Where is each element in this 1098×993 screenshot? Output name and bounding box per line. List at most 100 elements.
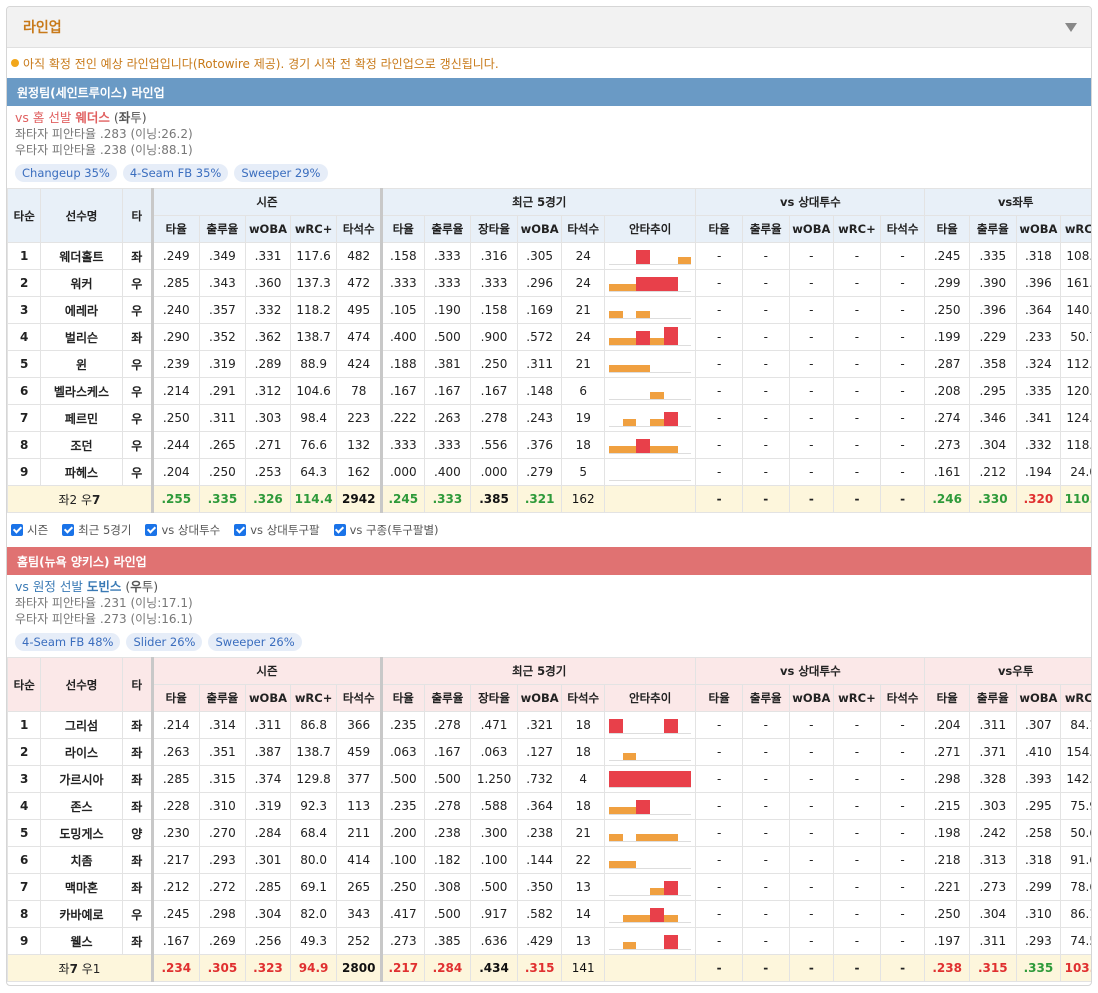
collapse-triangle-icon[interactable]	[1065, 22, 1077, 32]
pitch-tag: 4-Seam FB 48%	[15, 633, 121, 651]
player-name[interactable]: 웰스	[40, 927, 123, 955]
header-col[interactable]: 타율	[924, 684, 970, 712]
header-col[interactable]: wOBA	[245, 215, 291, 243]
player-name[interactable]: 존스	[40, 792, 123, 820]
table-row: 3 에레라 우 .240.357.332 118.2 495.105.190.158.16…	[7, 296, 1091, 324]
header-col[interactable]: 출루율	[423, 215, 472, 243]
header-col[interactable]: 타석수	[879, 684, 926, 712]
away-table-wrap[interactable]: 타순 선수명 타 시즌 최근 5경기 vs 상대투수 vs좌투 타율 출루율 wOBA wRC+ 타석…	[7, 188, 1091, 513]
header-col[interactable]: 타율	[151, 215, 200, 243]
vs-pitcher-stat: -	[695, 350, 743, 378]
recent-stat: .471	[470, 711, 518, 739]
pitcher-hand: 우	[130, 579, 142, 594]
vs-pitcher-stat: -	[879, 792, 926, 820]
header-col[interactable]: wRC+	[289, 684, 338, 712]
header-col[interactable]: wRC+	[833, 215, 881, 243]
split-stat: .287	[924, 350, 970, 378]
season-stat: .253	[245, 458, 291, 486]
header-col[interactable]: 장타율	[470, 215, 518, 243]
header-col[interactable]: 타석수	[561, 684, 605, 712]
recent-stat: .636	[470, 927, 518, 955]
hit-trend-bar	[677, 257, 692, 264]
header-col[interactable]: 출루율	[198, 215, 247, 243]
player-name[interactable]: 윈	[40, 350, 123, 378]
hit-trend-cell	[603, 792, 697, 820]
player-name[interactable]: 웨더홀트	[40, 242, 123, 270]
batting-order: 4	[7, 792, 42, 820]
header-col[interactable]: 장타율	[470, 684, 518, 712]
player-name[interactable]: 워커	[40, 269, 123, 297]
vs-pitcher-stat: -	[833, 458, 881, 486]
hit-trend-cell	[603, 819, 697, 847]
header-col[interactable]: 안타추이	[603, 215, 697, 243]
header-col[interactable]: wOBA	[788, 684, 835, 712]
player-name[interactable]: 맥마혼	[40, 873, 123, 901]
header-col[interactable]: 타석수	[879, 215, 926, 243]
filter-checkbox[interactable]: 시즌	[11, 522, 48, 538]
header-col[interactable]: wOBA	[1015, 684, 1062, 712]
player-name[interactable]: 카바예로	[40, 900, 123, 928]
split-stat: .396	[1015, 269, 1062, 297]
filter-checkbox[interactable]: vs 상대투구팔	[234, 522, 320, 538]
header-col[interactable]: 타율	[924, 215, 970, 243]
vs-pitcher-stat: -	[741, 350, 790, 378]
hit-trend-cell	[603, 377, 697, 405]
header-col[interactable]: wRC+	[1060, 684, 1091, 712]
player-name[interactable]: 라이스	[40, 738, 123, 766]
header-col[interactable]: 타석수	[336, 684, 384, 712]
recent-stat: .556	[470, 431, 518, 459]
header-col[interactable]: wRC+	[1060, 215, 1091, 243]
header-col[interactable]: wRC+	[289, 215, 338, 243]
checkbox-checked-icon[interactable]	[145, 524, 158, 536]
player-name[interactable]: 에레라	[40, 296, 123, 324]
player-name[interactable]: 조던	[40, 431, 123, 459]
header-col[interactable]: 타율	[695, 215, 743, 243]
checkbox-checked-icon[interactable]	[62, 524, 75, 536]
checkbox-checked-icon[interactable]	[11, 524, 23, 536]
header-col[interactable]: 타석수	[561, 215, 605, 243]
header-col[interactable]: wRC+	[833, 684, 881, 712]
player-name[interactable]: 벌리슨	[40, 323, 123, 351]
filter-checkbox[interactable]: vs 상대투수	[145, 522, 220, 538]
player-name[interactable]: 벨라스케스	[40, 377, 123, 405]
checkbox-checked-icon[interactable]	[234, 524, 247, 536]
header-col[interactable]: 타율	[695, 684, 743, 712]
header-col[interactable]: wOBA	[788, 215, 835, 243]
split-stat: .304	[968, 431, 1017, 459]
header-col[interactable]: wOBA	[516, 684, 563, 712]
player-name[interactable]: 페르민	[40, 404, 123, 432]
header-col[interactable]: 안타추이	[603, 684, 697, 712]
season-stat: .293	[198, 846, 247, 874]
season-stat: .331	[245, 242, 291, 270]
panel-header[interactable]: 라인업	[7, 7, 1091, 48]
header-col[interactable]: wOBA	[245, 684, 291, 712]
header-col[interactable]: 타석수	[336, 215, 384, 243]
header-col[interactable]: wOBA	[1015, 215, 1062, 243]
header-col[interactable]: 출루율	[968, 215, 1017, 243]
filter-checkbox[interactable]: 최근 5경기	[62, 522, 131, 538]
season-stat: .285	[245, 873, 291, 901]
header-col[interactable]: 타율	[381, 215, 425, 243]
home-table-wrap[interactable]: 타순 선수명 타 시즌 최근 5경기 vs 상대투수 vs우투 타율 출루율 wOBA wRC+ 타석…	[7, 657, 1091, 982]
filter-checkbox[interactable]: vs 구종(투구팔별)	[333, 522, 439, 538]
checkbox-checked-icon[interactable]	[333, 524, 346, 536]
player-name[interactable]: 파헤스	[40, 458, 123, 486]
total-vs-stat: -	[788, 954, 835, 982]
header-col[interactable]: 출루율	[741, 215, 790, 243]
header-col[interactable]: 타율	[381, 684, 425, 712]
player-name[interactable]: 치좀	[40, 846, 123, 874]
vs-pitcher-stat: -	[833, 404, 881, 432]
header-col[interactable]: 타율	[151, 684, 200, 712]
player-name[interactable]: 가르시아	[40, 765, 123, 793]
player-name[interactable]: 도밍게스	[40, 819, 123, 847]
player-name[interactable]: 그리섬	[40, 711, 123, 739]
header-col[interactable]: 출루율	[423, 684, 472, 712]
hit-trend-cell	[603, 900, 697, 928]
header-col[interactable]: 출루율	[198, 684, 247, 712]
header-col[interactable]: 출루율	[968, 684, 1017, 712]
pitcher-name[interactable]: 도빈스	[87, 579, 122, 594]
header-col[interactable]: wOBA	[516, 215, 563, 243]
header-col[interactable]: 출루율	[741, 684, 790, 712]
pitcher-name[interactable]: 웨더스	[75, 110, 110, 125]
recent-stat: .333	[381, 269, 425, 297]
